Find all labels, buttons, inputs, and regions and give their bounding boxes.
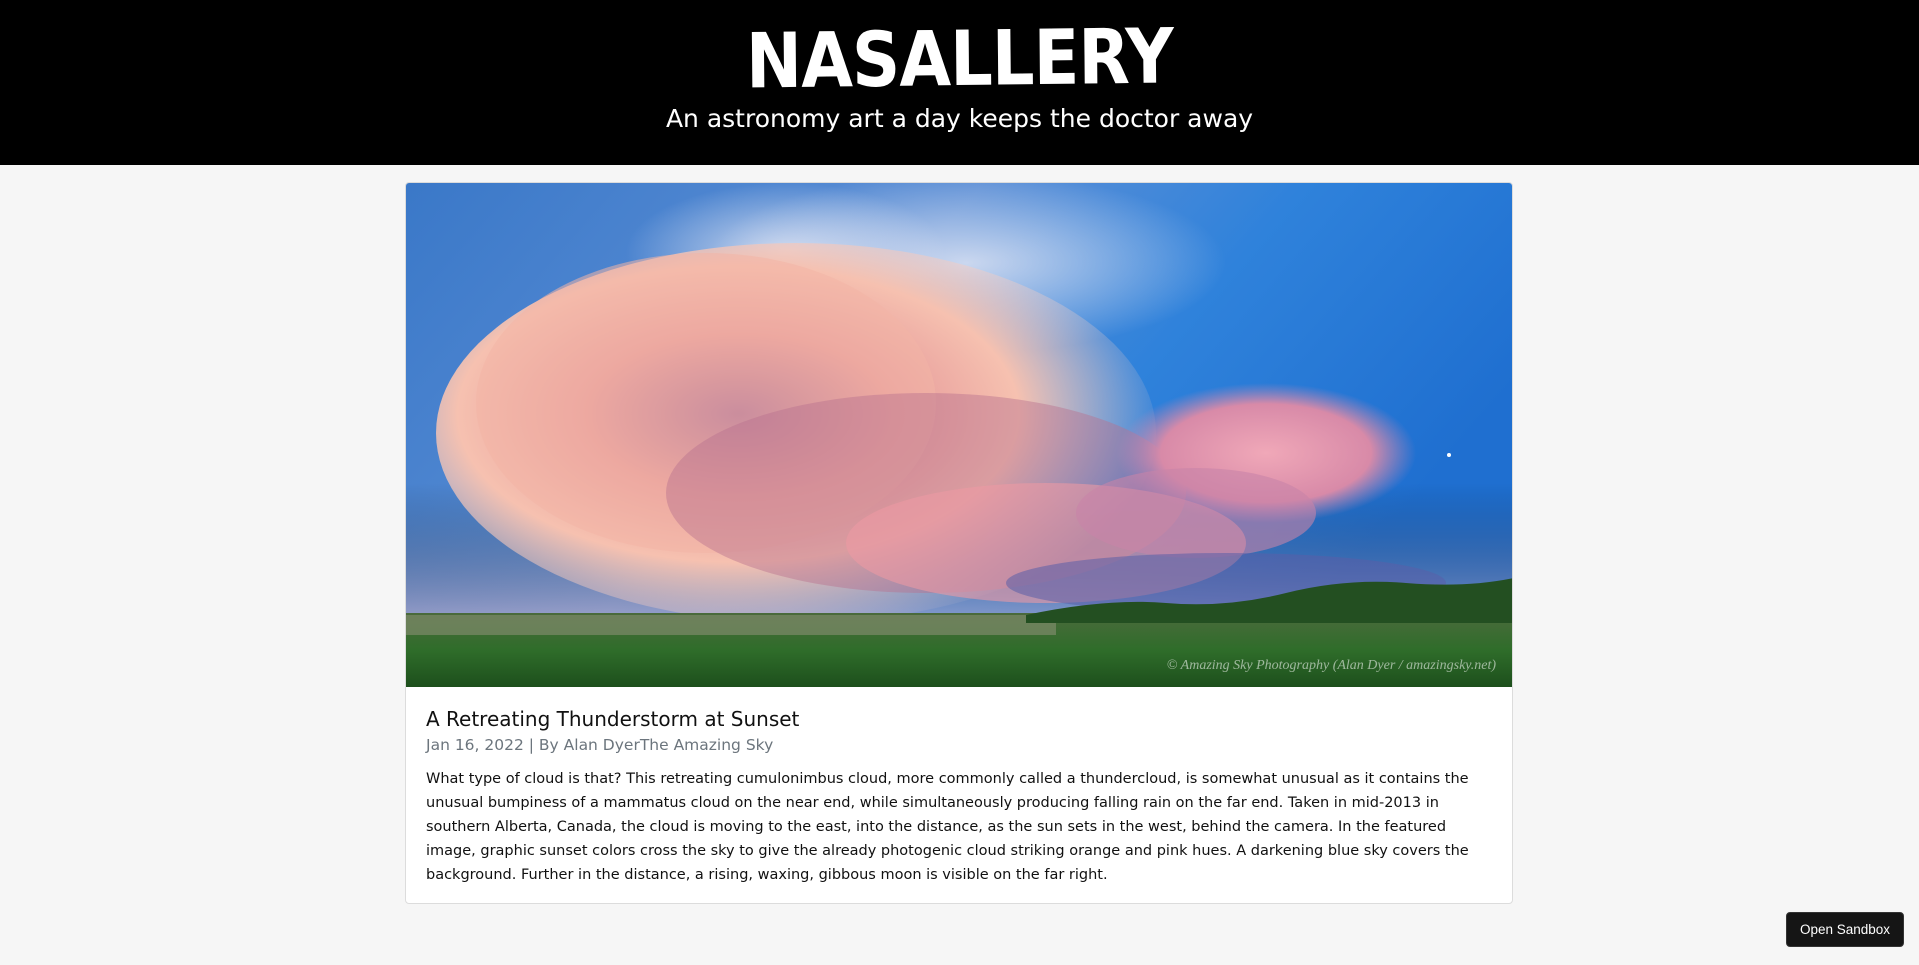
site-title: NASALLERY: [745, 11, 1174, 106]
apod-image: © Amazing Sky Photography (Alan Dyer / a…: [406, 183, 1512, 687]
apod-card: © Amazing Sky Photography (Alan Dyer / a…: [405, 182, 1513, 904]
post-meta: Jan 16, 2022 | By Alan DyerThe Amazing S…: [426, 736, 774, 754]
site-header: NASALLERY An astronomy art a day keeps t…: [0, 0, 1919, 165]
site-tagline: An astronomy art a day keeps the doctor …: [665, 104, 1254, 133]
open-sandbox-button[interactable]: Open Sandbox: [1786, 912, 1904, 947]
image-watermark: © Amazing Sky Photography (Alan Dyer / a…: [1167, 658, 1497, 673]
card-body: A Retreating Thunderstorm at Sunset Jan …: [426, 705, 1494, 887]
post-title: A Retreating Thunderstorm at Sunset: [426, 707, 800, 731]
post-description: What type of cloud is that? This retreat…: [426, 771, 1469, 883]
